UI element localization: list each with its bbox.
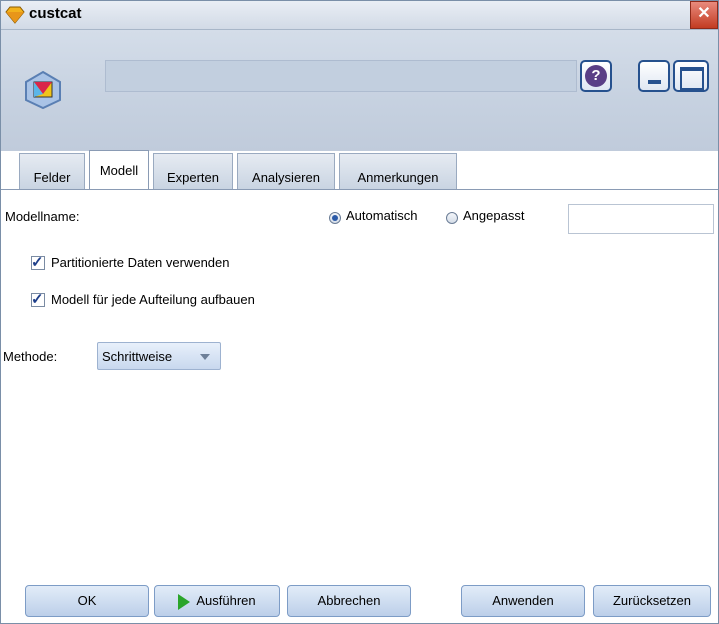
use-partitioned-checkbox[interactable]: ✓ (31, 254, 45, 271)
run-button[interactable]: Ausführen (154, 585, 280, 617)
dialog-window: custcat ✕ ? Felder Modell Experten Analy… (0, 0, 719, 624)
window-title: custcat (29, 5, 82, 22)
checkmark-icon: ✓ (31, 254, 44, 271)
title-bar[interactable]: custcat ✕ (1, 1, 718, 30)
dialog-header: ? (1, 30, 718, 151)
close-icon: ✕ (697, 5, 711, 22)
build-per-split-label: Modell für jede Aufteilung aufbauen (51, 292, 255, 307)
cancel-button[interactable]: Abbrechen (287, 585, 411, 617)
ok-button[interactable]: OK (25, 585, 149, 617)
radio-custom[interactable] (446, 212, 458, 224)
minimize-icon (648, 80, 661, 84)
model-node-icon (25, 70, 61, 110)
custom-model-name-input[interactable] (568, 204, 714, 234)
minimize-button[interactable] (638, 60, 670, 92)
radio-custom-label: Angepasst (463, 208, 525, 223)
maximize-button[interactable] (673, 60, 709, 92)
use-partitioned-label: Partitionierte Daten verwenden (51, 255, 230, 270)
model-name-label: Modellname: (5, 209, 80, 224)
maximize-icon (680, 67, 704, 90)
help-icon: ? (585, 65, 607, 87)
method-label: Methode: (3, 349, 58, 364)
tab-anmerkungen[interactable]: Anmerkungen (339, 153, 457, 189)
tab-analysieren[interactable]: Analysieren (237, 153, 335, 189)
node-diamond-icon (5, 6, 25, 24)
tab-modell[interactable]: Modell (89, 150, 149, 190)
build-per-split-checkbox[interactable]: ✓ (31, 291, 45, 308)
apply-button[interactable]: Anwenden (461, 585, 585, 617)
run-icon (178, 593, 191, 610)
run-button-label: Ausführen (196, 593, 256, 608)
method-value: Schrittweise (102, 349, 173, 364)
method-dropdown[interactable]: Schrittweise (97, 342, 221, 370)
chevron-down-icon (200, 354, 210, 360)
radio-automatic[interactable] (329, 212, 341, 224)
radio-automatic-label: Automatisch (346, 208, 418, 223)
close-button[interactable]: ✕ (690, 1, 718, 29)
tab-felder[interactable]: Felder (19, 153, 85, 189)
node-name-field[interactable] (105, 60, 577, 92)
checkmark-icon: ✓ (31, 291, 44, 308)
model-tab-panel: Modellname: Automatisch Angepasst ✓ Part… (1, 190, 718, 580)
button-bar: OK Ausführen Abbrechen Anwenden Zurückse… (1, 580, 718, 623)
help-button[interactable]: ? (580, 60, 612, 92)
tab-experten[interactable]: Experten (153, 153, 233, 189)
reset-button[interactable]: Zurücksetzen (593, 585, 711, 617)
